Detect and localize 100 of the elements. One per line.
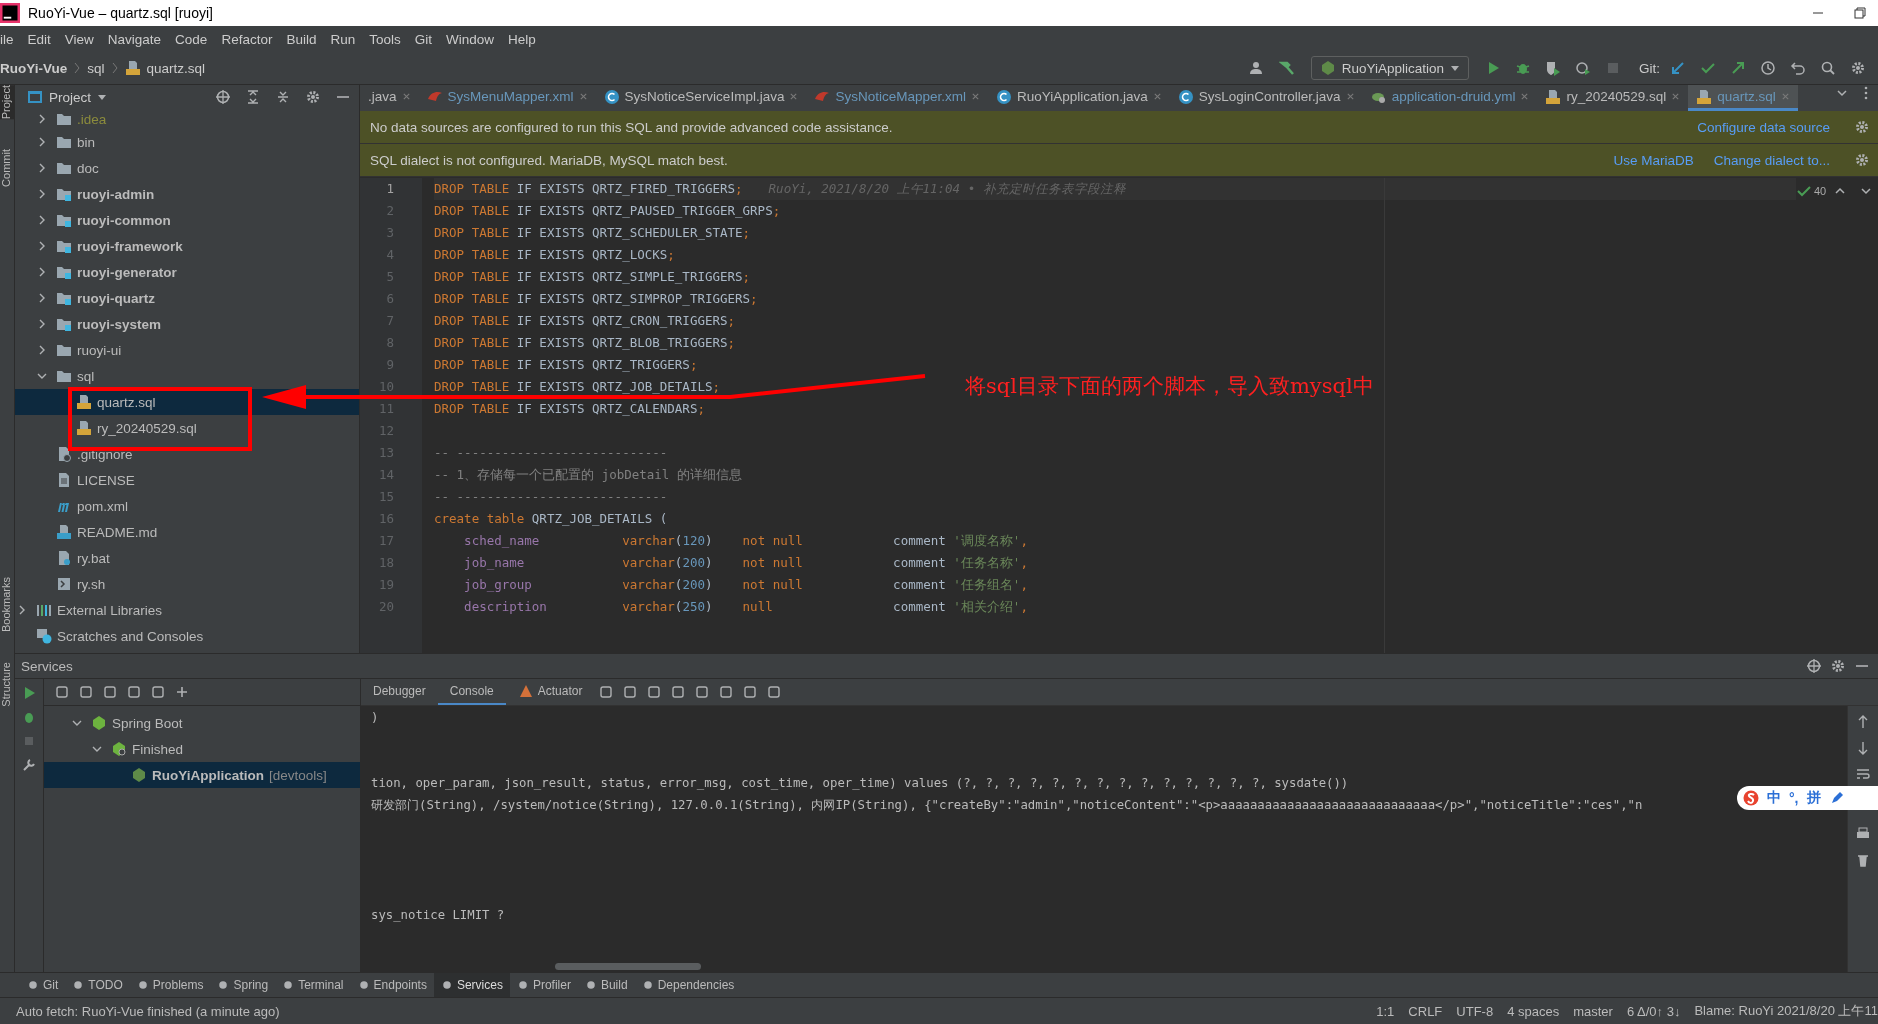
tree-item[interactable]: README.md <box>77 524 158 540</box>
status-item[interactable]: master <box>1573 1003 1613 1019</box>
editor-tab[interactable]: SysNoticeServiceImpl.java <box>595 85 807 111</box>
tree-item[interactable]: doc <box>77 160 99 176</box>
tree-item[interactable]: ruoyi-generator <box>77 264 177 280</box>
code-line: job_group varchar(200) not null comment '任务组名', <box>463 576 1028 594</box>
side-tool-tab[interactable]: Bookmarks <box>0 577 14 633</box>
tree-item[interactable]: ry.bat <box>77 550 110 566</box>
code-line: sched_name varchar(120) not null comment '调度名称', <box>463 532 1028 550</box>
side-tool-tab[interactable]: Commit <box>0 149 14 188</box>
tool-window-tab[interactable]: Git <box>20 973 66 997</box>
tree-item[interactable]: ruoyi-framework <box>77 238 183 254</box>
code-line: DROP TABLE IF EXISTS QRTZ_SCHEDULER_STATE; <box>434 224 751 242</box>
editor-tab[interactable]: SysMenuMapper.xml <box>418 85 596 111</box>
tree-item[interactable]: bin <box>77 134 95 150</box>
side-tool-tab[interactable]: Project <box>0 85 14 120</box>
banner-link[interactable]: Use MariaDB <box>1613 152 1694 168</box>
menu-item[interactable]: Refactor <box>214 31 280 47</box>
ime-button[interactable]: 中 <box>1767 789 1781 807</box>
console-tab[interactable]: Console <box>437 679 506 705</box>
banner-text: No data sources are configured to run this SQL and provide advanced code assistance. <box>370 119 893 135</box>
menu-item[interactable]: Run <box>323 31 363 47</box>
menu-item[interactable]: Code <box>168 31 215 47</box>
tree-item[interactable]: .gitignore <box>77 446 133 462</box>
editor-tab[interactable]: SysLoginController.java <box>1169 85 1363 111</box>
service-item[interactable]: Finished <box>132 741 184 757</box>
status-item[interactable]: UTF-8 <box>1456 1003 1494 1019</box>
tool-window-tab[interactable]: Services <box>433 973 510 997</box>
tool-window-tab[interactable]: Profiler <box>509 973 578 997</box>
service-item[interactable]: RuoYiApplication <box>152 767 264 783</box>
code-line: create table QRTZ_JOB_DETAILS ( <box>434 510 668 528</box>
breadcrumb-item[interactable]: RuoYi-Vue <box>0 60 68 76</box>
code-line: DROP TABLE IF EXISTS QRTZ_BLOB_TRIGGERS; <box>434 334 736 352</box>
line-number: 1 <box>386 181 394 196</box>
tool-window-tab[interactable]: Spring <box>210 973 276 997</box>
tree-item[interactable]: ruoyi-system <box>77 316 162 332</box>
tool-window-tab[interactable]: Problems <box>129 973 211 997</box>
code-line: -- ---------------------------- <box>434 488 668 506</box>
menu-item[interactable]: ile <box>0 31 21 47</box>
menu-item[interactable]: Window <box>439 31 501 47</box>
ime-button[interactable]: 拼 <box>1806 789 1821 807</box>
code-line: job_name varchar(200) not null comment '任务名称', <box>463 554 1028 572</box>
panel-title: Services <box>21 658 73 674</box>
menu-item[interactable]: Build <box>279 31 324 47</box>
tree-item[interactable]: External Libraries <box>57 602 163 618</box>
menu-item[interactable]: Git <box>407 31 439 47</box>
breadcrumb-item[interactable]: quartz.sql <box>146 60 206 76</box>
tool-window-tab[interactable]: Build <box>577 973 635 997</box>
banner-text: SQL dialect is not configured. MariaDB, MySQL match best. <box>370 152 728 168</box>
console-line: tion, oper_param, json_result, status, error_msg, cost_time, oper_time) values (?, ?, ?, ?, ?, ?, ?, ?, ?, ?, ?, ?, ?, ?, sysdate()) <box>371 775 1349 792</box>
banner-link[interactable]: Change dialect to... <box>1713 152 1830 168</box>
tree-item[interactable]: ry.sh <box>77 576 106 592</box>
tree-item[interactable]: sql <box>77 368 95 384</box>
code-line: DROP TABLE IF EXISTS QRTZ_CRON_TRIGGERS; <box>434 312 736 330</box>
code-line: description varchar(250) null comment '相关介绍', <box>463 598 1028 616</box>
tool-window-tab[interactable]: Terminal <box>275 973 351 997</box>
tree-item[interactable]: quartz.sql <box>97 394 156 410</box>
tool-window-tab[interactable]: Dependencies <box>634 973 742 997</box>
editor-tab[interactable]: SysNoticeMapper.xml <box>806 85 988 111</box>
tool-window-tab[interactable]: Endpoints <box>350 973 434 997</box>
breadcrumb-item[interactable]: sql <box>87 60 105 76</box>
tree-item[interactable]: ruoyi-quartz <box>77 290 155 306</box>
tree-item[interactable]: ruoyi-ui <box>77 342 122 358</box>
console-line: 研发部门(String), /system/notice(String), 127.0.0.1(String), 内网IP(String), {"createBy":"admin","noticeContent":"<p>aaaaaaaaaaaaaaaaaaaaaaaaaaaaa</p>","noticeTitle":"ces","n <box>371 797 1643 814</box>
tree-item[interactable]: .idea <box>77 111 107 127</box>
ime-button[interactable]: °, <box>1789 790 1799 806</box>
code-line: DROP TABLE IF EXISTS QRTZ_JOB_DETAILS; <box>434 378 720 396</box>
menu-item[interactable]: Tools <box>362 31 408 47</box>
status-item[interactable]: Blame: RuoYi 2021/8/20 上午11 <box>1694 1002 1878 1020</box>
menu-item[interactable]: Help <box>501 31 543 47</box>
git-label: Git: <box>1639 60 1660 76</box>
console-tab[interactable]: Debugger <box>361 679 438 705</box>
tree-item[interactable]: ruoyi-common <box>77 212 171 228</box>
side-tool-tab[interactable]: Structure <box>0 662 14 707</box>
status-item[interactable]: CRLF <box>1408 1003 1443 1019</box>
editor-tab[interactable]: .java <box>360 85 419 111</box>
tree-item[interactable]: LICENSE <box>77 472 135 488</box>
menu-item[interactable]: Edit <box>20 31 58 47</box>
tree-item[interactable]: ruoyi-admin <box>77 186 155 202</box>
tool-window-tab[interactable]: TODO <box>65 973 130 997</box>
menu-item[interactable]: View <box>57 31 101 47</box>
inspection-count[interactable]: 40 <box>1814 185 1827 197</box>
menu-item[interactable]: Navigate <box>100 31 169 47</box>
editor-tab[interactable]: application-druid.yml <box>1362 85 1538 111</box>
status-item[interactable]: 1:1 <box>1376 1003 1395 1019</box>
console-tab[interactable]: Actuator <box>505 679 595 705</box>
panel-title[interactable]: Project <box>49 89 92 105</box>
console-line: sys_notice LIMIT ? <box>371 907 505 924</box>
code-line: DROP TABLE IF EXISTS QRTZ_LOCKS; <box>434 246 675 264</box>
code-line: DROP TABLE IF EXISTS QRTZ_TRIGGERS; <box>434 356 698 374</box>
run-configuration-dropdown[interactable]: RuoYiApplication <box>1310 56 1469 80</box>
tree-item[interactable]: pom.xml <box>77 498 128 514</box>
service-item[interactable]: Spring Boot <box>112 715 183 731</box>
banner-link[interactable]: Configure data source <box>1697 119 1830 135</box>
tree-item[interactable]: Scratches and Consoles <box>57 628 204 644</box>
status-item[interactable]: 4 spaces <box>1507 1003 1560 1019</box>
editor-tab[interactable]: RuoYiApplication.java <box>987 85 1170 111</box>
status-item[interactable]: 6 Δ/0↑ 3↓ <box>1626 1003 1681 1019</box>
tree-item[interactable]: ry_20240529.sql <box>97 420 197 436</box>
editor-tab[interactable]: ry_20240529.sql <box>1537 85 1689 111</box>
